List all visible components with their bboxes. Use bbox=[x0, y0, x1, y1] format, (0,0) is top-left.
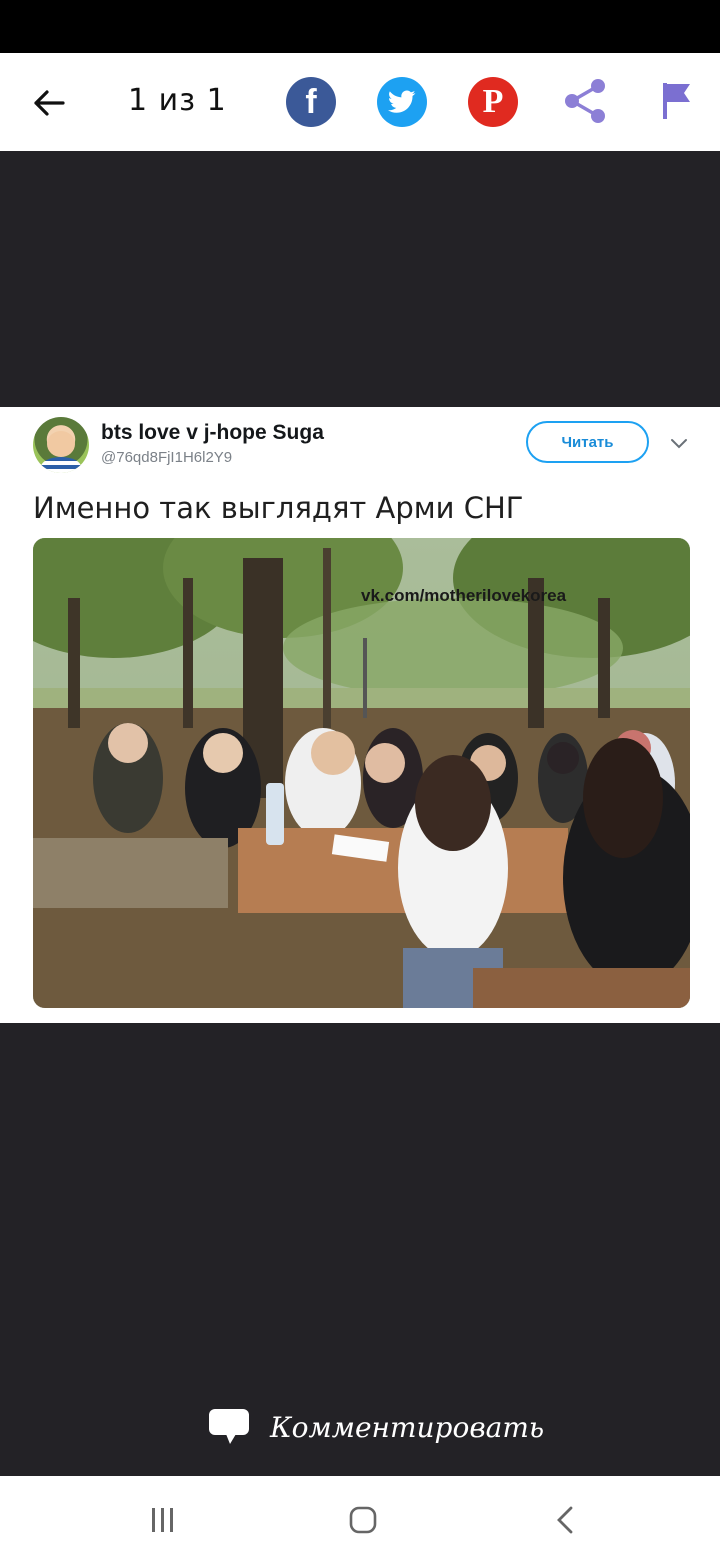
photo-watermark: vk.com/motherilovekorea bbox=[361, 586, 567, 605]
system-nav-bar bbox=[0, 1476, 720, 1560]
tweet-user-name[interactable]: bts love v j-hope Suga bbox=[101, 421, 324, 445]
back-arrow-icon[interactable] bbox=[28, 82, 70, 124]
facebook-share-button[interactable]: f bbox=[286, 77, 336, 127]
comment-label: Комментировать bbox=[270, 1410, 545, 1444]
chevron-down-icon[interactable] bbox=[670, 437, 688, 455]
tweet-photo[interactable]: vk.com/motherilovekorea bbox=[33, 538, 690, 1008]
comment-bubble-icon bbox=[209, 1409, 249, 1444]
image-counter: 1 из 1 bbox=[128, 83, 227, 118]
tweet-text: Именно так выглядят Арми СНГ bbox=[33, 491, 524, 525]
tweet-card: bts love v j-hope Suga @76qd8FjI1H6l2Y9 … bbox=[0, 407, 720, 1023]
back-icon[interactable] bbox=[545, 1500, 585, 1540]
twitter-icon bbox=[388, 90, 416, 113]
tweet-user-handle: @76qd8FjI1H6l2Y9 bbox=[101, 449, 233, 466]
follow-button[interactable]: Читать bbox=[526, 421, 649, 463]
share-icon[interactable] bbox=[562, 77, 608, 130]
comment-button[interactable]: Комментировать bbox=[208, 1407, 544, 1447]
facebook-icon: f bbox=[305, 82, 317, 121]
home-icon[interactable] bbox=[343, 1500, 383, 1540]
twitter-share-button[interactable] bbox=[377, 77, 427, 127]
status-bar bbox=[0, 0, 720, 53]
top-bar: 1 из 1 f P bbox=[0, 53, 720, 151]
pinterest-share-button[interactable]: P bbox=[468, 77, 518, 127]
avatar[interactable] bbox=[33, 417, 89, 473]
flag-icon[interactable] bbox=[660, 81, 694, 126]
pinterest-icon: P bbox=[482, 83, 504, 120]
recent-apps-icon[interactable] bbox=[143, 1500, 183, 1540]
